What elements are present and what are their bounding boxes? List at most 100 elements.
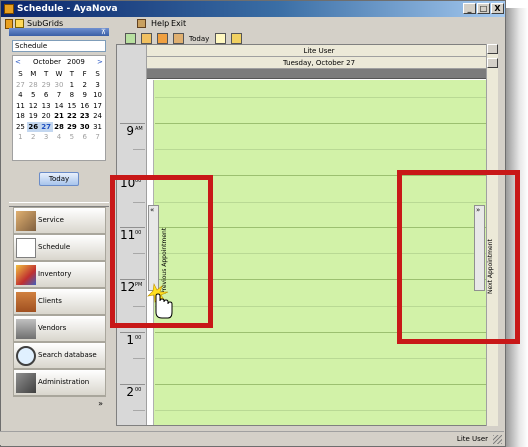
pin-icon[interactable]: ⊼ <box>101 28 106 36</box>
calendar-day[interactable]: 6 <box>78 132 91 143</box>
calendar-day[interactable]: 21 <box>53 111 66 122</box>
nav-item-inventory[interactable]: Inventory <box>13 261 106 288</box>
calendar-month[interactable]: October <box>33 56 61 68</box>
new-task-icon[interactable] <box>157 33 168 44</box>
highlight-box-next <box>397 170 520 344</box>
calendar-day[interactable]: 7 <box>53 90 66 101</box>
hour-suffix: 00 <box>135 387 142 393</box>
calendar-day[interactable]: 17 <box>91 101 104 112</box>
calendar-day[interactable]: 30 <box>53 80 66 91</box>
prev-month-button[interactable]: < <box>15 56 21 68</box>
magnifier-icon <box>16 346 36 366</box>
resize-grip-icon[interactable] <box>493 435 502 444</box>
nav-item-schedule[interactable]: Schedule <box>13 234 106 261</box>
close-button[interactable]: X <box>491 3 504 14</box>
nav-item-clients[interactable]: Clients <box>13 288 106 315</box>
week-view-icon[interactable] <box>231 33 242 44</box>
nav-item-administration[interactable]: Administration <box>13 369 106 396</box>
weekday-label: S <box>18 70 23 79</box>
calendar-day[interactable]: 14 <box>53 101 66 112</box>
view-combo[interactable]: Schedule <box>12 40 106 52</box>
scroll-thumb[interactable] <box>487 58 498 68</box>
calendar-day-selected[interactable]: 26 <box>26 121 40 132</box>
calendar-day[interactable]: 4 <box>53 132 66 143</box>
panel-header: ⊼ <box>9 28 109 36</box>
calendar-day[interactable]: 31 <box>91 122 104 133</box>
calendar-icon <box>16 238 36 258</box>
hour-suffix: AM <box>135 126 143 132</box>
menu-help[interactable]: Help <box>151 17 169 30</box>
calendar-day-today[interactable]: 27 <box>39 121 53 132</box>
week-row: 27 28 29 30 1 2 3 <box>14 80 104 91</box>
new-workorder-icon[interactable] <box>141 33 152 44</box>
calendar-day[interactable]: 8 <box>65 90 78 101</box>
nav-item-vendors[interactable]: Vendors <box>13 315 106 342</box>
calendar-day[interactable]: 2 <box>78 80 91 91</box>
week-row: 1 2 3 4 5 6 7 <box>14 132 104 143</box>
calendar-day[interactable]: 1 <box>65 80 78 91</box>
slot-divider <box>155 358 489 359</box>
calendar-day[interactable]: 16 <box>78 101 91 112</box>
calendar-day[interactable]: 7 <box>91 132 104 143</box>
calendar-day[interactable]: 22 <box>65 111 78 122</box>
slot-divider <box>155 384 489 385</box>
calendar-day[interactable]: 27 <box>14 80 27 91</box>
month-calendar[interactable]: < October 2009 > S M T W T F S 27 28 29 … <box>12 55 106 161</box>
new-appointment-icon[interactable] <box>125 33 136 44</box>
slot-divider <box>155 149 489 150</box>
wrench-screwdriver-icon <box>16 211 36 231</box>
calendar-day[interactable]: 20 <box>40 111 53 122</box>
maximize-button[interactable]: □ <box>477 3 490 14</box>
calendar-day[interactable]: 3 <box>40 132 53 143</box>
calendar-day[interactable]: 30 <box>78 122 91 133</box>
calendar-day[interactable]: 4 <box>14 90 27 101</box>
calendar-day[interactable]: 28 <box>27 80 40 91</box>
print-icon[interactable] <box>173 33 184 44</box>
calendar-day[interactable]: 19 <box>27 111 40 122</box>
weekday-label: S <box>95 70 100 79</box>
calendar-day[interactable]: 28 <box>53 122 66 133</box>
calendar-day[interactable]: 29 <box>40 80 53 91</box>
calendar-day[interactable]: 12 <box>27 101 40 112</box>
nav-item-service[interactable]: Service <box>13 207 106 234</box>
scroll-up-button[interactable] <box>487 44 498 54</box>
calendar-day[interactable]: 25 <box>14 122 27 133</box>
slot-divider <box>155 123 489 124</box>
calendar-day[interactable]: 6 <box>40 90 53 101</box>
calendar-day[interactable]: 23 <box>78 111 91 122</box>
calendar-year[interactable]: 2009 <box>67 56 85 68</box>
title-bar[interactable]: Schedule - AyaNova _ □ X <box>1 1 505 17</box>
calendar-day[interactable]: 29 <box>65 122 78 133</box>
calendar-day[interactable]: 24 <box>91 111 104 122</box>
weekday-label: T <box>69 70 74 79</box>
all-day-area[interactable] <box>147 69 489 79</box>
calendar-day[interactable]: 3 <box>91 80 104 91</box>
status-bar: Lite User <box>0 431 504 445</box>
nav-item-search-database[interactable]: Search database <box>13 342 106 369</box>
shapes-icon <box>16 265 36 285</box>
calendar-day[interactable]: 5 <box>65 132 78 143</box>
calendar-day[interactable]: 5 <box>27 90 40 101</box>
resource-header[interactable]: Lite User <box>147 45 489 57</box>
calendar-day[interactable]: 15 <box>65 101 78 112</box>
calendar-day[interactable]: 10 <box>91 90 104 101</box>
window-title: Schedule - AyaNova <box>17 4 118 14</box>
calendar-day[interactable]: 18 <box>14 111 27 122</box>
calendar-today-button[interactable]: Today <box>39 172 79 186</box>
week-row: 4 5 6 7 8 9 10 <box>14 90 104 101</box>
calendar-day[interactable]: 9 <box>78 90 91 101</box>
day-view-icon[interactable] <box>215 33 226 44</box>
date-header[interactable]: Tuesday, October 27 <box>147 57 489 69</box>
configure-buttons-chevron-icon[interactable]: » <box>98 399 103 408</box>
calendar-day[interactable]: 1 <box>14 132 27 143</box>
calendar-grid: S M T W T F S 27 28 29 30 1 2 3 4 5 6 7 … <box>14 69 104 143</box>
next-month-button[interactable]: > <box>97 56 103 68</box>
calendar-day[interactable]: 2 <box>27 132 40 143</box>
slot-divider <box>155 97 489 98</box>
calendar-day[interactable]: 13 <box>40 101 53 112</box>
house-icon <box>16 292 36 312</box>
week-row: 18 19 20 21 22 23 24 <box>14 111 104 122</box>
minimize-button[interactable]: _ <box>463 3 476 14</box>
menu-exit[interactable]: Exit <box>171 17 186 30</box>
calendar-day[interactable]: 11 <box>14 101 27 112</box>
